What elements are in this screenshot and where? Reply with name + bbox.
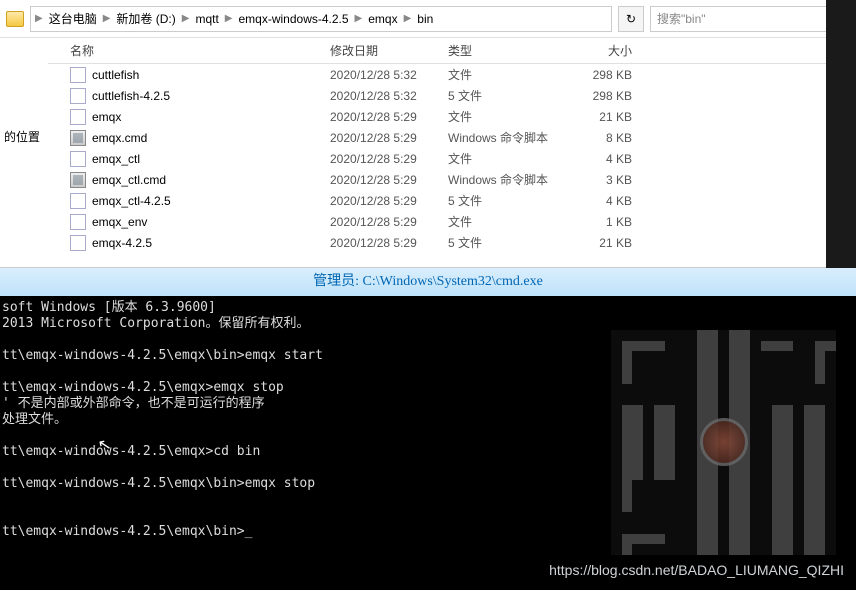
- file-size: 298 KB: [572, 68, 632, 82]
- file-type: 文件: [448, 213, 572, 230]
- file-row[interactable]: emqx_ctl2020/12/28 5:29文件4 KB: [48, 148, 856, 169]
- sidebar: 的位置: [0, 38, 48, 268]
- file-name: emqx_env: [92, 215, 330, 229]
- file-type: 文件: [448, 108, 572, 125]
- chevron-right-icon: ▶: [355, 13, 363, 24]
- header-type[interactable]: 类型: [448, 42, 572, 59]
- file-date: 2020/12/28 5:29: [330, 152, 448, 166]
- qr-center-logo: [700, 418, 748, 466]
- file-icon: [70, 235, 86, 251]
- file-date: 2020/12/28 5:32: [330, 68, 448, 82]
- file-icon: [70, 172, 86, 188]
- file-size: 4 KB: [572, 152, 632, 166]
- file-type: 5 文件: [448, 87, 572, 104]
- file-name: cuttlefish-4.2.5: [92, 89, 330, 103]
- breadcrumb-item[interactable]: 新加卷 (D:): [112, 10, 179, 27]
- file-name: emqx_ctl: [92, 152, 330, 166]
- file-name: emqx_ctl.cmd: [92, 173, 330, 187]
- breadcrumb[interactable]: ▶这台电脑▶新加卷 (D:)▶mqtt▶emqx-windows-4.2.5▶e…: [30, 6, 612, 32]
- file-row[interactable]: emqx_ctl.cmd2020/12/28 5:29Windows 命令脚本3…: [48, 169, 856, 190]
- file-date: 2020/12/28 5:29: [330, 236, 448, 250]
- file-row[interactable]: cuttlefish-4.2.52020/12/28 5:325 文件298 K…: [48, 85, 856, 106]
- refresh-button[interactable]: ↻: [618, 6, 644, 32]
- file-date: 2020/12/28 5:29: [330, 215, 448, 229]
- column-headers[interactable]: 名称 修改日期 类型 大小: [48, 38, 856, 64]
- file-icon: [70, 130, 86, 146]
- chevron-right-icon: ▶: [225, 13, 233, 24]
- file-type: 5 文件: [448, 192, 572, 209]
- file-size: 3 KB: [572, 173, 632, 187]
- file-icon: [70, 151, 86, 167]
- file-size: 21 KB: [572, 236, 632, 250]
- file-date: 2020/12/28 5:29: [330, 194, 448, 208]
- folder-icon: [6, 11, 24, 27]
- file-date: 2020/12/28 5:29: [330, 110, 448, 124]
- file-size: 298 KB: [572, 89, 632, 103]
- breadcrumb-item[interactable]: mqtt: [191, 12, 222, 26]
- file-type: Windows 命令脚本: [448, 129, 572, 146]
- file-name: emqx_ctl-4.2.5: [92, 194, 330, 208]
- window-edge: [826, 0, 856, 268]
- file-area: 名称 修改日期 类型 大小 cuttlefish2020/12/28 5:32文…: [48, 38, 856, 268]
- file-type: Windows 命令脚本: [448, 171, 572, 188]
- address-bar: ▶这台电脑▶新加卷 (D:)▶mqtt▶emqx-windows-4.2.5▶e…: [0, 0, 856, 38]
- header-size[interactable]: 大小: [572, 42, 632, 59]
- file-name: emqx-4.2.5: [92, 236, 330, 250]
- file-name: cuttlefish: [92, 68, 330, 82]
- file-size: 1 KB: [572, 215, 632, 229]
- file-row[interactable]: emqx2020/12/28 5:29文件21 KB: [48, 106, 856, 127]
- header-date[interactable]: 修改日期: [330, 42, 448, 59]
- file-icon: [70, 88, 86, 104]
- file-row[interactable]: emqx.cmd2020/12/28 5:29Windows 命令脚本8 KB: [48, 127, 856, 148]
- file-icon: [70, 109, 86, 125]
- file-type: 5 文件: [448, 234, 572, 251]
- file-date: 2020/12/28 5:29: [330, 173, 448, 187]
- search-input[interactable]: 搜索"bin" 🔍: [650, 6, 850, 32]
- search-placeholder: 搜索"bin": [657, 10, 706, 27]
- breadcrumb-item[interactable]: 这台电脑: [45, 10, 101, 27]
- file-icon: [70, 214, 86, 230]
- file-size: 8 KB: [572, 131, 632, 145]
- file-row[interactable]: cuttlefish2020/12/28 5:32文件298 KB: [48, 64, 856, 85]
- file-icon: [70, 193, 86, 209]
- file-name: emqx.cmd: [92, 131, 330, 145]
- file-size: 21 KB: [572, 110, 632, 124]
- terminal-title: 管理员: C:\Windows\System32\cmd.exe: [0, 268, 856, 296]
- chevron-right-icon: ▶: [35, 13, 43, 24]
- sidebar-label: 的位置: [4, 130, 40, 144]
- chevron-right-icon: ▶: [103, 13, 111, 24]
- file-size: 4 KB: [572, 194, 632, 208]
- chevron-right-icon: ▶: [182, 13, 190, 24]
- file-row[interactable]: emqx-4.2.52020/12/28 5:295 文件21 KB: [48, 232, 856, 253]
- file-list: cuttlefish2020/12/28 5:32文件298 KBcuttlef…: [48, 64, 856, 253]
- file-name: emqx: [92, 110, 330, 124]
- file-row[interactable]: emqx_ctl-4.2.52020/12/28 5:295 文件4 KB: [48, 190, 856, 211]
- watermark: https://blog.csdn.net/BADAO_LIUMANG_QIZH…: [549, 562, 844, 578]
- file-icon: [70, 67, 86, 83]
- file-explorer: ▶这台电脑▶新加卷 (D:)▶mqtt▶emqx-windows-4.2.5▶e…: [0, 0, 856, 268]
- breadcrumb-item[interactable]: emqx-windows-4.2.5: [235, 12, 353, 26]
- file-row[interactable]: emqx_env2020/12/28 5:29文件1 KB: [48, 211, 856, 232]
- breadcrumb-item[interactable]: emqx: [364, 12, 401, 26]
- file-date: 2020/12/28 5:29: [330, 131, 448, 145]
- breadcrumb-item[interactable]: bin: [413, 12, 437, 26]
- file-date: 2020/12/28 5:32: [330, 89, 448, 103]
- file-type: 文件: [448, 66, 572, 83]
- chevron-right-icon: ▶: [404, 13, 412, 24]
- header-name[interactable]: 名称: [70, 42, 330, 59]
- file-type: 文件: [448, 150, 572, 167]
